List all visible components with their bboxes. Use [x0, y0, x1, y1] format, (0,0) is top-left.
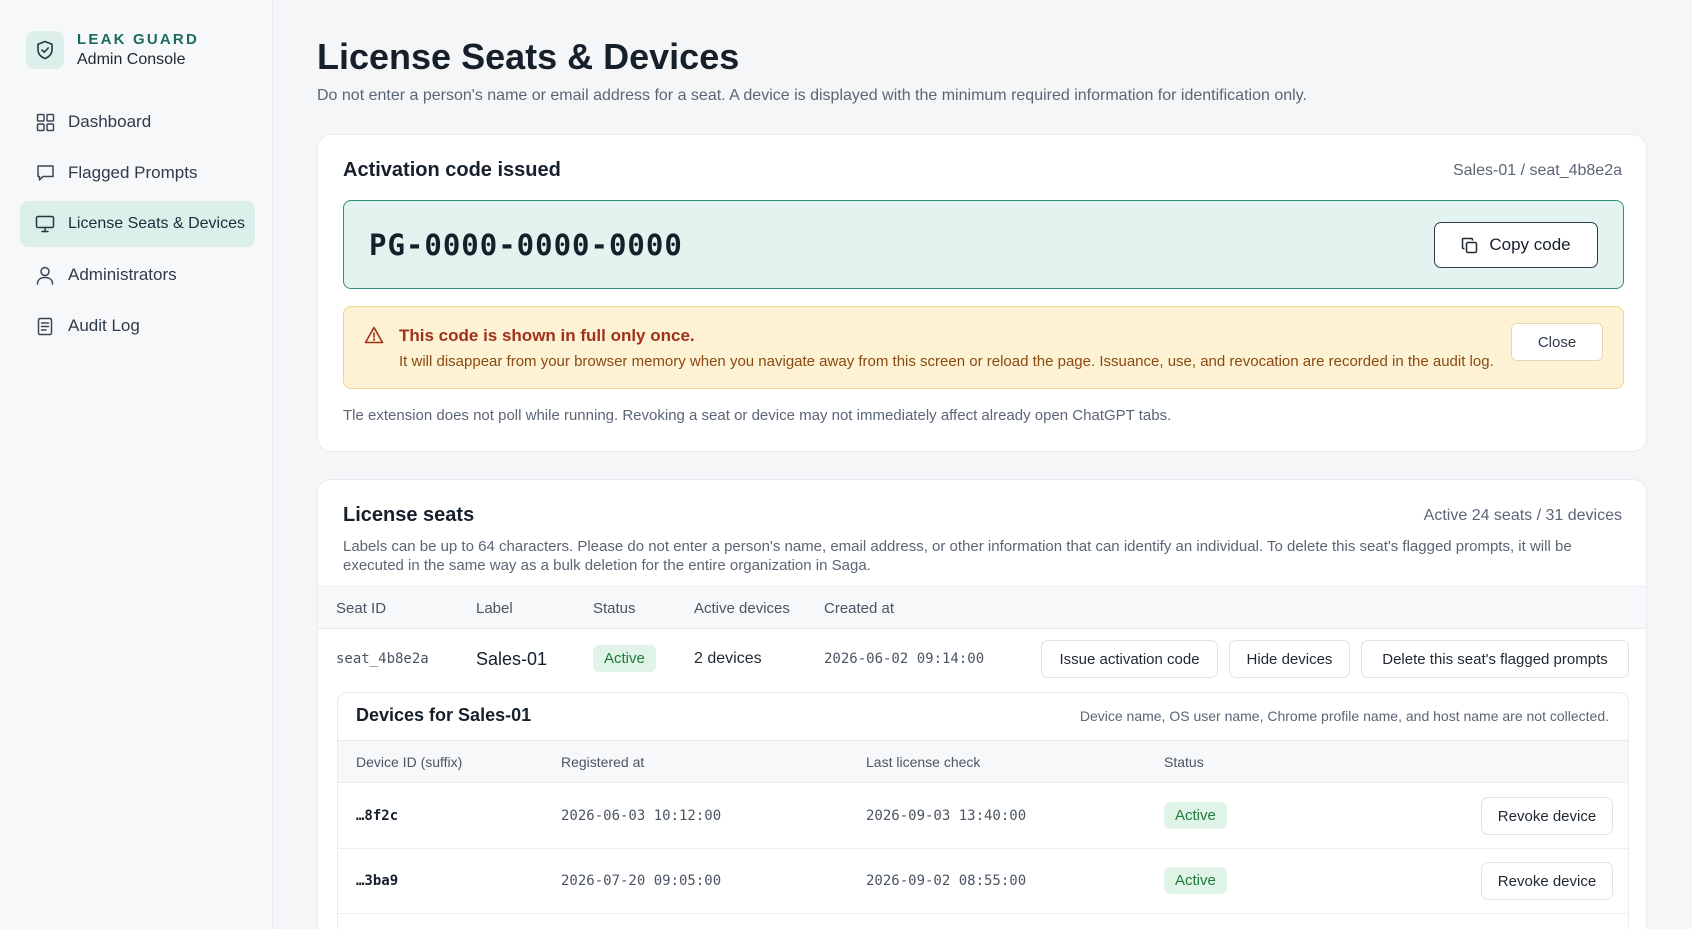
warning-title: This code is shown in full only once. — [399, 326, 695, 345]
document-icon — [34, 315, 56, 337]
device-last-check: 2026-09-02 08:55:00 — [866, 873, 1027, 889]
table-row: seat_4b8e2a Sales-01 Active 2 devices 20… — [318, 630, 1646, 688]
device-id: …3ba9 — [356, 873, 399, 889]
brand-subtitle: Admin Console — [77, 51, 186, 68]
status-badge: Active — [1164, 802, 1227, 829]
activation-card-title: Activation code issued — [343, 159, 561, 181]
device-status: Active — [1164, 802, 1227, 829]
close-button[interactable]: Close — [1511, 323, 1603, 361]
sidebar-item-dashboard[interactable]: Dashboard — [20, 99, 255, 145]
brand-title: LEAK GUARD — [77, 31, 199, 48]
column-device-status: Status — [1164, 754, 1204, 770]
one-time-warning: This code is shown in full only once. It… — [343, 306, 1624, 389]
seats-summary: Active 24 seats / 31 devices — [1423, 507, 1622, 524]
devices-panel-title: Devices for Sales-01 — [356, 705, 532, 725]
copy-code-button[interactable]: Copy code — [1434, 222, 1598, 268]
sidebar-item-license-seats-devices[interactable]: License Seats & Devices — [20, 201, 255, 247]
shield-check-icon — [26, 31, 64, 69]
license-seats-title: License seats — [343, 504, 475, 526]
warning-body: It will disappear from your browser memo… — [399, 353, 1494, 370]
devices-panel: Devices for Sales-01 Device name, OS use… — [337, 692, 1629, 929]
table-row: …3ba9 2026-07-20 09:05:00 2026-09-02 08:… — [338, 849, 1628, 914]
page-title: License Seats & Devices — [317, 36, 740, 77]
sidebar-item-label: Administrators — [68, 265, 177, 284]
copy-code-label: Copy code — [1489, 235, 1571, 254]
device-registered-at: 2026-07-20 09:05:00 — [561, 873, 722, 889]
sidebar-item-label: Audit Log — [68, 316, 140, 335]
revoke-device-button[interactable]: Revoke device — [1481, 862, 1613, 900]
page-description: Do not enter a person's name or email ad… — [317, 87, 1307, 104]
sidebar-item-flagged-prompts[interactable]: Flagged Prompts — [20, 150, 255, 196]
device-id: …8f2c — [356, 808, 399, 824]
revoke-device-button[interactable]: Revoke device — [1481, 797, 1613, 835]
devices-table-header: Device ID (suffix) Registered at Last li… — [338, 740, 1628, 783]
sidebar: LEAK GUARD Admin Console Dashboard Flagg… — [0, 0, 273, 929]
seat-status: Active — [593, 645, 656, 672]
activation-code-card: Activation code issued Sales-01 / seat_4… — [317, 134, 1647, 452]
status-badge: Active — [1164, 867, 1227, 894]
device-registered-at: 2026-06-03 10:12:00 — [561, 808, 722, 824]
user-icon — [34, 264, 56, 286]
column-created-at: Created at — [824, 600, 895, 617]
devices-privacy-note: Device name, OS user name, Chrome profil… — [1079, 708, 1609, 724]
device-status: Active — [1164, 867, 1227, 894]
sidebar-item-audit-log[interactable]: Audit Log — [20, 303, 255, 349]
active-devices-count: 2 devices — [694, 650, 762, 667]
device-last-check: 2026-09-03 13:40:00 — [866, 808, 1027, 824]
hide-devices-button[interactable]: Hide devices — [1229, 640, 1350, 678]
seats-table-header: Seat ID Label Status Active devices Crea… — [318, 586, 1646, 629]
warning-triangle-icon — [364, 326, 384, 349]
column-last-license-check: Last license check — [866, 754, 981, 770]
brand: LEAK GUARD Admin Console — [26, 31, 199, 69]
seat-label: Sales-01 — [476, 649, 548, 669]
sidebar-item-label: Flagged Prompts — [68, 163, 198, 182]
seat-id: seat_4b8e2a — [336, 651, 429, 667]
grid-icon — [34, 111, 56, 133]
chat-bubble-icon — [34, 162, 56, 184]
column-device-id: Device ID (suffix) — [356, 754, 463, 770]
sidebar-item-label: License Seats & Devices — [68, 215, 245, 232]
column-status: Status — [593, 600, 636, 617]
activation-code-box: PG-0000-0000-0000 Copy code — [343, 200, 1624, 289]
seat-created-at: 2026-06-02 09:14:00 — [824, 651, 985, 667]
column-seat-id: Seat ID — [336, 600, 387, 617]
column-label: Label — [476, 600, 513, 617]
seats-description: Labels can be up to 64 characters. Pleas… — [343, 538, 1572, 574]
extension-note: Tle extension does not poll while runnin… — [343, 407, 1172, 424]
table-row: …8f2c 2026-06-03 10:12:00 2026-09-03 13:… — [338, 784, 1628, 849]
issue-activation-code-button[interactable]: Issue activation code — [1041, 640, 1218, 678]
monitor-icon — [34, 213, 56, 235]
sidebar-item-administrators[interactable]: Administrators — [20, 252, 255, 298]
status-badge: Active — [593, 645, 656, 672]
sidebar-item-label: Dashboard — [68, 112, 152, 131]
activation-code[interactable]: PG-0000-0000-0000 — [369, 228, 683, 262]
column-registered-at: Registered at — [561, 754, 645, 770]
copy-icon — [1461, 237, 1478, 254]
column-active-devices: Active devices — [694, 600, 790, 617]
activation-seat-reference: Sales-01 / seat_4b8e2a — [1452, 162, 1622, 179]
license-seats-card: License seats Active 24 seats / 31 devic… — [317, 479, 1647, 929]
sidebar-nav: Dashboard Flagged Prompts License Seats … — [20, 99, 255, 354]
delete-flagged-prompts-button[interactable]: Delete this seat's flagged prompts — [1361, 640, 1629, 678]
